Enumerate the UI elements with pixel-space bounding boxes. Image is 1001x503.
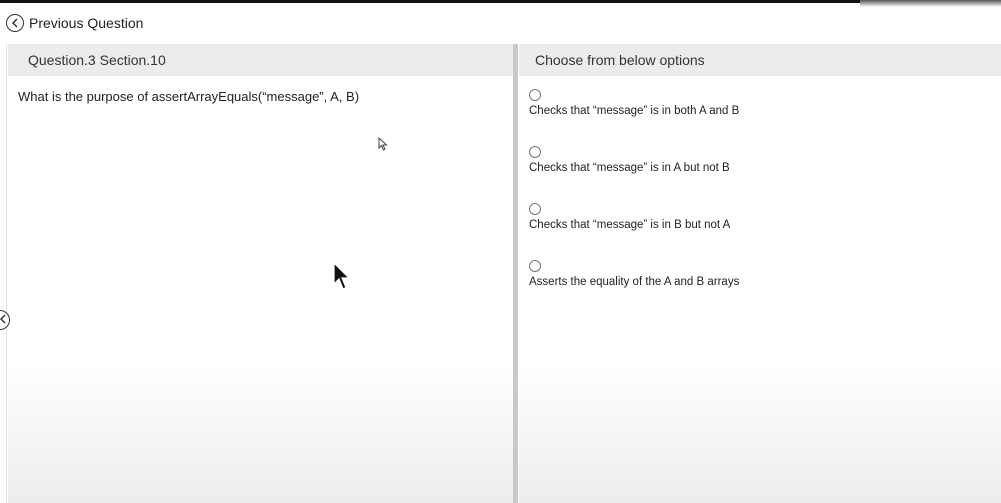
option-label: Asserts the equality of the A and B arra… (529, 276, 740, 288)
question-panel: Question.3 Section.10 What is the purpos… (8, 44, 513, 503)
chevron-left-icon (6, 14, 24, 32)
top-rule (0, 0, 1001, 3)
radio-button[interactable] (529, 260, 541, 272)
previous-question-button[interactable]: Previous Question (6, 12, 143, 34)
previous-question-label: Previous Question (29, 15, 144, 31)
options-header-label: Choose from below options (535, 52, 705, 68)
mouse-pointer-icon (333, 261, 351, 297)
mouse-pointer-icon (378, 136, 388, 156)
option-1[interactable]: Checks that “message” is in both A and B (529, 89, 739, 117)
option-label: Checks that “message” is in B but not A (529, 219, 731, 231)
left-edge-line (6, 44, 7, 503)
window-shadow (860, 0, 1001, 7)
question-text: What is the purpose of assertArrayEquals… (18, 89, 360, 104)
options-panel: Choose from below options Checks that “m… (519, 44, 1001, 503)
option-3[interactable]: Checks that “message” is in B but not A (529, 203, 730, 231)
radio-button[interactable] (529, 146, 541, 158)
options-header: Choose from below options (519, 44, 1001, 76)
question-header: Question.3 Section.10 (8, 44, 513, 76)
option-label: Checks that “message” is in A but not B (529, 162, 730, 174)
option-4[interactable]: Asserts the equality of the A and B arra… (529, 260, 739, 288)
radio-button[interactable] (529, 89, 541, 101)
question-header-label: Question.3 Section.10 (28, 52, 166, 68)
option-2[interactable]: Checks that “message” is in A but not B (529, 146, 730, 174)
panel-divider[interactable] (513, 44, 518, 503)
radio-button[interactable] (529, 203, 541, 215)
option-label: Checks that “message” is in both A and B (529, 105, 740, 117)
chevron-left-icon (0, 311, 6, 329)
